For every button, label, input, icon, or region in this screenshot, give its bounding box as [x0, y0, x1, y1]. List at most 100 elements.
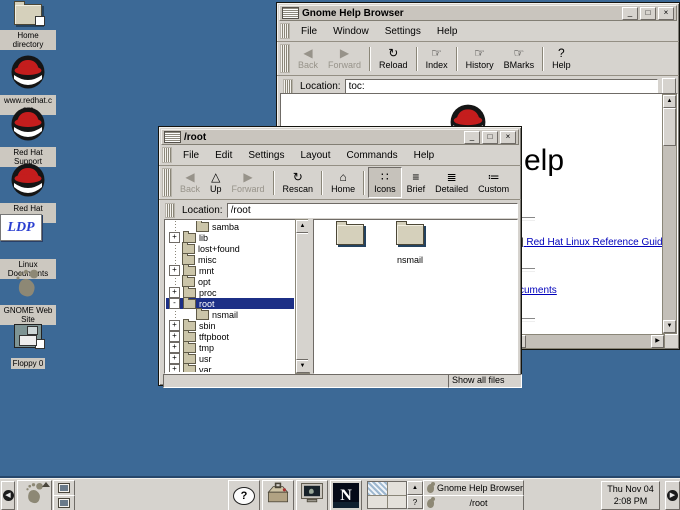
- drag-handle[interactable]: [165, 203, 175, 218]
- desktop-icon-red-hat-support[interactable]: Red Hat Support: [0, 106, 56, 169]
- expander-icon[interactable]: +: [169, 364, 180, 372]
- menu-file[interactable]: File: [175, 147, 207, 164]
- forward-button[interactable]: ▶Forward: [227, 168, 270, 197]
- close-button[interactable]: ×: [500, 131, 516, 144]
- expander-icon[interactable]: +: [169, 342, 180, 353]
- drag-handle[interactable]: [162, 168, 172, 197]
- scroll-thumb[interactable]: [663, 108, 676, 146]
- menu-window[interactable]: Window: [325, 23, 377, 40]
- scroll-right-arrow[interactable]: ▶: [651, 335, 664, 348]
- expander-icon[interactable]: -: [169, 298, 180, 309]
- minimize-button[interactable]: _: [622, 7, 638, 20]
- pager-desktop-3[interactable]: [368, 496, 387, 509]
- maximize-button[interactable]: □: [482, 131, 498, 144]
- drag-handle[interactable]: [280, 44, 290, 73]
- back-button[interactable]: ◀Back: [175, 168, 205, 197]
- file-icon-nsmail[interactable]: nsmail: [382, 224, 438, 268]
- tree-item-root-selected[interactable]: -root: [166, 298, 294, 309]
- help-button[interactable]: ?Help: [547, 44, 576, 73]
- pager-desktop-2[interactable]: [388, 482, 407, 495]
- scroll-up-arrow[interactable]: ▲: [663, 95, 676, 108]
- mini-applet-bottom-button[interactable]: [53, 495, 75, 510]
- index-button[interactable]: ☞Index: [421, 44, 453, 73]
- maximize-button[interactable]: □: [640, 7, 656, 20]
- gnome-foot-icon: [427, 499, 434, 508]
- detailed-view-button[interactable]: ≣Detailed: [430, 168, 473, 197]
- back-button[interactable]: ◀Back: [293, 44, 323, 73]
- link-reference-guide[interactable]: | Red Hat Linux Reference Guide: [521, 237, 668, 248]
- window-menu-icon[interactable]: [164, 131, 181, 143]
- expander-icon[interactable]: +: [169, 265, 180, 276]
- history-button[interactable]: ☞History: [461, 44, 499, 73]
- expander-icon[interactable]: +: [169, 331, 180, 342]
- scroll-down-arrow[interactable]: ▼: [663, 320, 676, 333]
- brief-view-button[interactable]: ≡Brief: [402, 168, 431, 197]
- launcher-netscape-button[interactable]: N: [330, 480, 362, 510]
- close-button[interactable]: ×: [658, 7, 674, 20]
- toolbar-separator: [416, 47, 418, 71]
- menu-help[interactable]: Help: [406, 147, 443, 164]
- icons-view-button[interactable]: ∷Icons: [368, 167, 402, 198]
- back-icon: ◀: [303, 47, 312, 60]
- window-menu-icon[interactable]: [282, 7, 299, 19]
- menu-layout[interactable]: Layout: [293, 147, 339, 164]
- rescan-button[interactable]: ↻Rescan: [278, 168, 319, 197]
- expander-icon[interactable]: +: [169, 232, 180, 243]
- menu-settings[interactable]: Settings: [240, 147, 292, 164]
- launcher-terminal-button[interactable]: [296, 480, 328, 510]
- window-title: Gnome Help Browser: [302, 8, 404, 19]
- fm-location-bar: Location:: [159, 200, 521, 221]
- redhat-logo-icon: [10, 106, 46, 147]
- main-menu-button[interactable]: [17, 480, 52, 510]
- menu-commands[interactable]: Commands: [339, 147, 406, 164]
- launcher-help-button[interactable]: ?: [228, 480, 260, 510]
- drag-handle[interactable]: [280, 23, 290, 39]
- reload-button[interactable]: ↻Reload: [374, 44, 413, 73]
- custom-view-button[interactable]: ≔Custom: [473, 168, 514, 197]
- menu-settings[interactable]: Settings: [377, 23, 429, 40]
- forward-button[interactable]: ▶Forward: [323, 44, 366, 73]
- home-button[interactable]: ⌂Home: [326, 168, 360, 197]
- pager-desktop-4[interactable]: [388, 496, 407, 509]
- toolbar-separator: [369, 47, 371, 71]
- menu-file[interactable]: File: [293, 23, 325, 40]
- desktop-icon-floppy-0[interactable]: Floppy 0: [0, 324, 56, 371]
- toolbox-icon: [265, 481, 291, 510]
- folder-icon: [196, 310, 209, 320]
- fm-titlebar[interactable]: /root _ □ ×: [161, 129, 519, 145]
- location-input[interactable]: [227, 203, 518, 218]
- help-vertical-scrollbar[interactable]: ▲ ▼: [662, 94, 677, 334]
- clock-date: Thu Nov 04: [607, 484, 654, 494]
- link-documents-fragment[interactable]: cuments: [519, 285, 557, 296]
- drag-handle[interactable]: [162, 147, 172, 163]
- minimize-button[interactable]: _: [464, 131, 480, 144]
- file-icon-unnamed[interactable]: [322, 224, 378, 268]
- launcher-toolbox-button[interactable]: [262, 480, 294, 510]
- help-icon: ?: [558, 47, 565, 60]
- task-button-help-browser[interactable]: Gnome Help Browser: [423, 480, 524, 496]
- expander-icon[interactable]: +: [169, 320, 180, 331]
- bmarks-button[interactable]: ☞BMarks: [499, 44, 540, 73]
- mini-applet-top-button[interactable]: [53, 480, 75, 496]
- help-titlebar[interactable]: Gnome Help Browser _ □ ×: [279, 5, 677, 21]
- menu-help[interactable]: Help: [429, 23, 466, 40]
- expander-icon[interactable]: +: [169, 353, 180, 364]
- menu-edit[interactable]: Edit: [207, 147, 240, 164]
- toolbar-separator: [542, 47, 544, 71]
- panel-hide-left-button[interactable]: ◀: [1, 481, 15, 510]
- task-button-root[interactable]: /root: [423, 495, 524, 510]
- pager-desktop-1[interactable]: [368, 482, 387, 495]
- desktop-icon-gnome-web-site[interactable]: GNOME Web Site: [0, 266, 56, 327]
- desktop-icon-home-directory[interactable]: Home directory: [0, 4, 56, 52]
- pager-question-button[interactable]: ?: [407, 495, 423, 509]
- rescan-icon: ↻: [293, 171, 303, 184]
- pager-up-button[interactable]: ▲: [407, 481, 423, 495]
- status-bar-right: Show all files: [448, 374, 522, 388]
- expander-icon[interactable]: +: [169, 287, 180, 298]
- panel-hide-right-button[interactable]: ▶: [665, 481, 680, 510]
- folder-icon: [183, 365, 196, 373]
- up-button[interactable]: △Up: [205, 168, 227, 197]
- tree-item-var[interactable]: +var: [166, 364, 294, 372]
- location-input[interactable]: [345, 79, 658, 94]
- drag-handle[interactable]: [283, 79, 293, 94]
